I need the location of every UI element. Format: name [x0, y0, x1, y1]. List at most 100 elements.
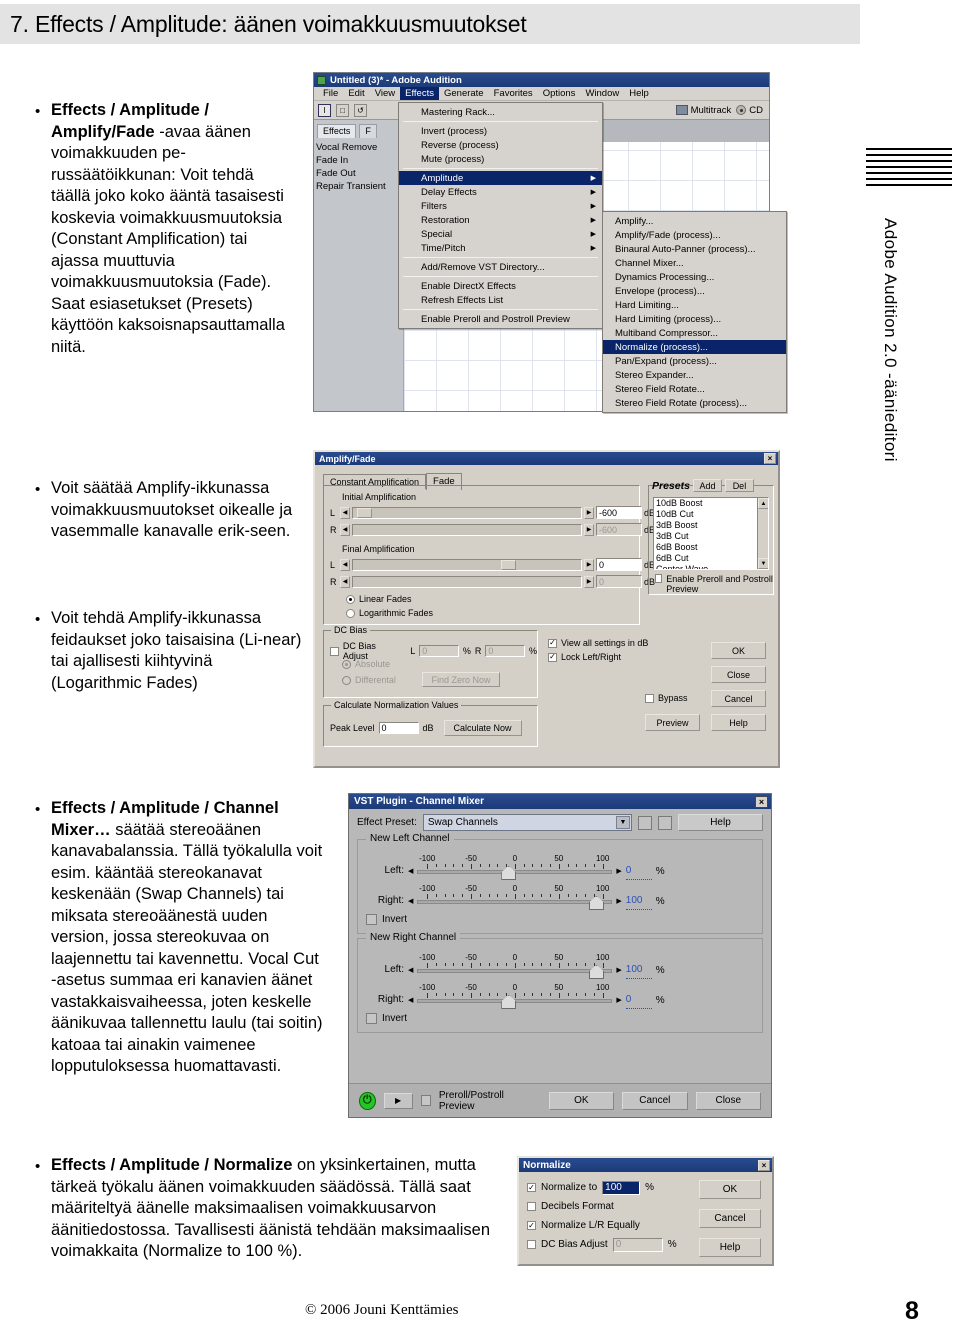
menu-favorites[interactable]: Favorites	[489, 87, 538, 100]
normalize-to-input[interactable]: 100	[602, 1180, 641, 1195]
list-item[interactable]: Vocal Remove	[316, 141, 403, 154]
menu-item-amplitude[interactable]: Amplitude ▶	[399, 171, 602, 185]
right-channel-left-value[interactable]: 100	[625, 964, 652, 979]
submenu-item-channel-mixer[interactable]: Channel Mixer...	[603, 256, 786, 270]
slider-increment-icon[interactable]: ▶	[584, 506, 594, 519]
submenu-item-multiband-compressor[interactable]: Multiband Compressor...	[603, 326, 786, 340]
menu-item-refresh-effects[interactable]: Refresh Effects List	[399, 293, 602, 307]
left-channel-right-slider[interactable]: -100 -50 0 50 100	[417, 884, 613, 910]
menu-item-mastering-rack[interactable]: Mastering Rack...	[399, 105, 602, 119]
slider-decrement-icon[interactable]: ◀	[340, 506, 350, 519]
submenu-item-stereo-field-rotate[interactable]: Stereo Field Rotate...	[603, 382, 786, 396]
slider-thumb[interactable]	[357, 507, 372, 518]
slider-decrement-icon[interactable]: ◀	[340, 558, 350, 571]
left-channel-left-slider-row[interactable]: Left: ◀ -100 -50 0 50 100 ▶ 0 %	[366, 854, 754, 880]
ok-button[interactable]: OK	[548, 1091, 615, 1110]
slider-decrement-icon[interactable]: ◀	[408, 897, 413, 910]
close-icon[interactable]: ×	[758, 1159, 770, 1171]
menu-item-add-remove-vst[interactable]: Add/Remove VST Directory...	[399, 260, 602, 274]
slider-thumb[interactable]	[501, 559, 516, 570]
list-item[interactable]: 10dB Boost	[654, 498, 768, 509]
list-item[interactable]: Fade In	[316, 154, 403, 167]
linear-fades-radio-row[interactable]: Linear Fades	[346, 594, 412, 604]
presets-scrollbar[interactable]: ▲ ▼	[757, 498, 768, 569]
list-item[interactable]: Fade Out	[316, 167, 403, 180]
list-item[interactable]: Center Wave	[654, 564, 768, 569]
close-button[interactable]: Close	[711, 666, 766, 683]
text-cursor-tool-icon[interactable]: I	[318, 103, 331, 117]
submenu-item-hard-limiting[interactable]: Hard Limiting...	[603, 298, 786, 312]
submenu-item-stereo-field-rotate-process[interactable]: Stereo Field Rotate (process)...	[603, 396, 786, 410]
close-button[interactable]: Close	[695, 1091, 761, 1110]
dc-bias-adjust-row[interactable]: DC Bias Adjust L 0 % R 0 %	[330, 641, 537, 661]
right-channel-invert-row[interactable]: Invert	[366, 1013, 754, 1024]
tab-effects[interactable]: Effects	[317, 124, 357, 138]
slider-decrement-icon[interactable]: ◀	[408, 867, 413, 880]
submenu-item-envelope[interactable]: Envelope (process)...	[603, 284, 786, 298]
enable-preroll-row[interactable]: Enable Preroll and Postroll Preview	[655, 574, 773, 594]
checkbox-icon[interactable]	[366, 914, 377, 925]
radio-icon[interactable]	[346, 608, 355, 618]
effects-dropdown-menu[interactable]: Mastering Rack... Invert (process) Rever…	[398, 102, 603, 329]
audition-menubar[interactable]: File Edit View Effects Generate Favorite…	[314, 87, 769, 101]
menu-item-mute[interactable]: Mute (process)	[399, 152, 602, 166]
submenu-item-normalize[interactable]: Normalize (process)...	[603, 340, 786, 354]
slider-decrement-icon[interactable]: ◀	[408, 966, 413, 979]
cancel-button[interactable]: Cancel	[622, 1091, 688, 1110]
menu-item-reverse[interactable]: Reverse (process)	[399, 138, 602, 152]
menu-window[interactable]: Window	[580, 87, 624, 100]
cd-view-button[interactable]: CD	[736, 105, 763, 116]
submenu-item-amplify-fade[interactable]: Amplify/Fade (process)...	[603, 228, 786, 242]
list-item[interactable]: 6dB Cut	[654, 553, 768, 564]
list-item[interactable]: 3dB Boost	[654, 520, 768, 531]
final-amp-left-slider[interactable]	[352, 558, 582, 571]
checkbox-icon[interactable]: ✓	[527, 1221, 536, 1230]
ok-button[interactable]: OK	[699, 1180, 761, 1199]
menu-file[interactable]: File	[318, 87, 343, 100]
final-amp-left-value[interactable]: 0	[596, 558, 642, 571]
save-preset-icon[interactable]	[638, 815, 652, 830]
menu-item-delay-effects[interactable]: Delay Effects ▶	[399, 185, 602, 199]
list-item[interactable]: Repair Transient	[316, 180, 403, 193]
right-channel-right-slider[interactable]: -100 -50 0 50 100	[417, 983, 613, 1009]
checkbox-icon[interactable]: ✓	[548, 638, 557, 648]
checkbox-icon[interactable]: ✓	[548, 652, 557, 662]
submenu-item-amplify[interactable]: Amplify...	[603, 214, 786, 228]
radio-icon[interactable]	[346, 594, 355, 604]
menu-item-restoration[interactable]: Restoration ▶	[399, 213, 602, 227]
calculate-now-button[interactable]: Calculate Now	[443, 720, 522, 736]
ok-button[interactable]: OK	[711, 642, 766, 659]
checkbox-icon[interactable]: ✓	[527, 1183, 536, 1192]
final-amplification-left-row[interactable]: L ◀ ▶ 0 dB	[330, 558, 658, 571]
left-channel-left-slider[interactable]: -100 -50 0 50 100	[417, 854, 613, 880]
checkbox-icon[interactable]	[655, 574, 663, 583]
multitrack-view-button[interactable]: Multitrack	[675, 105, 731, 116]
checkbox-icon[interactable]	[420, 1095, 431, 1106]
presets-list[interactable]: 10dB Boost 10dB Cut 3dB Boost 3dB Cut 6d…	[653, 497, 769, 570]
left-channel-invert-row[interactable]: Invert	[366, 914, 754, 925]
right-channel-left-slider[interactable]: -100 -50 0 50 100	[417, 953, 613, 979]
marquee-tool-icon[interactable]: □	[336, 103, 349, 117]
scroll-down-icon[interactable]: ▼	[758, 558, 768, 569]
peak-level-row[interactable]: Peak Level 0 dB Calculate Now	[330, 720, 522, 736]
menu-item-filters[interactable]: Filters ▶	[399, 199, 602, 213]
checkbox-icon[interactable]	[527, 1202, 536, 1211]
close-icon[interactable]: ×	[764, 453, 776, 464]
initial-amp-left-slider[interactable]	[352, 506, 582, 519]
right-channel-left-slider-row[interactable]: Left: ◀ -100 -50 0 50 100 ▶ 100 %	[366, 953, 754, 979]
initial-amp-left-value[interactable]: -600	[596, 506, 642, 519]
menu-options[interactable]: Options	[538, 87, 581, 100]
left-channel-left-value[interactable]: 0	[625, 865, 652, 880]
peak-level-input[interactable]: 0	[378, 722, 419, 734]
lock-left-right-row[interactable]: ✓ Lock Left/Right	[548, 652, 621, 662]
scroll-up-icon[interactable]: ▲	[758, 498, 768, 509]
cancel-button[interactable]: Cancel	[711, 690, 766, 707]
list-item[interactable]: 10dB Cut	[654, 509, 768, 520]
checkbox-icon[interactable]	[527, 1240, 536, 1249]
menu-item-enable-preroll[interactable]: Enable Preroll and Postroll Preview	[399, 312, 602, 326]
help-button[interactable]: Help	[711, 714, 766, 731]
initial-amplification-left-row[interactable]: L ◀ ▶ -600 dB	[330, 506, 658, 519]
effects-list[interactable]: Vocal Remove Fade In Fade Out Repair Tra…	[314, 138, 403, 193]
help-button[interactable]: Help	[699, 1238, 761, 1257]
slider-decrement-icon[interactable]: ◀	[408, 996, 413, 1009]
